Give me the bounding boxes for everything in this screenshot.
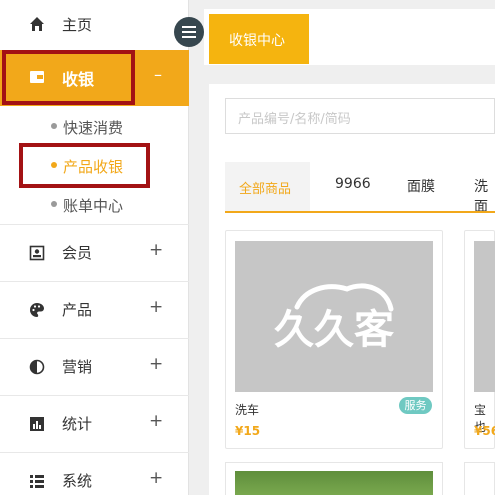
hamburger-icon bbox=[182, 26, 196, 28]
palette-icon bbox=[30, 303, 44, 317]
product-price: ¥15 bbox=[235, 424, 261, 438]
sidebar-item-label: 会员 bbox=[62, 244, 93, 262]
sidebar-item-label: 系统 bbox=[62, 472, 93, 490]
list-icon bbox=[30, 475, 44, 488]
search-input[interactable]: 产品编号/名称/简码 bbox=[225, 98, 495, 134]
sidebar-item-statistics[interactable]: 统计 + bbox=[0, 395, 189, 452]
sidebar-item-label: 营销 bbox=[62, 358, 93, 376]
bar-chart-icon bbox=[30, 417, 44, 431]
sidebar-item-marketing[interactable]: 营销 + bbox=[0, 338, 189, 395]
subitem-label: 快速消费 bbox=[63, 119, 124, 137]
sidebar-subitem-bill-center[interactable]: 账单中心 bbox=[0, 186, 189, 224]
category-tab-mask[interactable]: 面膜 bbox=[407, 176, 435, 196]
product-price: ¥56 bbox=[474, 424, 495, 438]
menu-toggle-button[interactable] bbox=[174, 17, 204, 47]
service-badge: 服务 bbox=[399, 397, 432, 414]
category-underline bbox=[225, 211, 495, 213]
product-image bbox=[474, 241, 495, 392]
highlight-box bbox=[2, 50, 135, 105]
bullet-icon bbox=[51, 123, 57, 129]
member-card-icon bbox=[29, 245, 45, 261]
subitem-label: 账单中心 bbox=[63, 197, 124, 215]
highlight-box bbox=[19, 143, 150, 188]
contrast-icon bbox=[29, 359, 45, 375]
sidebar-item-product[interactable]: 产品 + bbox=[0, 281, 189, 338]
category-label: 全部商品 bbox=[239, 182, 292, 197]
category-tab-face-wash[interactable]: 洗面 bbox=[474, 176, 495, 216]
expand-icon[interactable]: + bbox=[149, 240, 163, 260]
product-card[interactable]: 久久客 洗车 服务 ¥15 bbox=[225, 230, 443, 449]
category-tab-9966[interactable]: 9966 bbox=[335, 176, 371, 192]
expand-icon[interactable]: + bbox=[149, 468, 163, 488]
category-tab-all[interactable]: 全部商品 bbox=[225, 162, 310, 212]
watermark-logo: 久久客 bbox=[274, 283, 394, 353]
home-icon bbox=[30, 17, 44, 31]
tab-label: 收银中心 bbox=[229, 33, 285, 49]
expand-icon[interactable]: + bbox=[149, 297, 163, 317]
sidebar-item-system[interactable]: 系统 + bbox=[0, 452, 189, 495]
tab-cashier-center[interactable]: 收银中心 bbox=[209, 14, 309, 64]
sidebar: 主页 收银 – 快速消费 产品收银 账单中心 会员 + 产品 + 营销 + 统计… bbox=[0, 0, 189, 495]
product-name: 洗车 bbox=[235, 403, 260, 417]
sidebar-item-label: 产品 bbox=[62, 301, 93, 319]
product-image: 久久客 bbox=[235, 241, 433, 392]
product-image bbox=[235, 471, 433, 495]
product-card[interactable] bbox=[225, 462, 443, 495]
sidebar-item-member[interactable]: 会员 + bbox=[0, 224, 189, 281]
bullet-icon bbox=[51, 201, 57, 207]
expand-icon[interactable]: + bbox=[149, 411, 163, 431]
sidebar-item-label: 主页 bbox=[62, 16, 93, 34]
product-card[interactable]: 宝也 ¥56 bbox=[464, 230, 495, 449]
watermark-text: 久久客 bbox=[274, 307, 394, 353]
expand-icon[interactable]: + bbox=[149, 354, 163, 374]
search-placeholder: 产品编号/名称/简码 bbox=[238, 112, 351, 127]
sidebar-item-label: 统计 bbox=[62, 415, 93, 433]
product-card[interactable] bbox=[464, 462, 495, 495]
sidebar-subitem-quick-consume[interactable]: 快速消费 bbox=[0, 108, 189, 146]
sidebar-item-home[interactable]: 主页 bbox=[0, 0, 189, 50]
collapse-toggle[interactable]: – bbox=[154, 65, 162, 84]
